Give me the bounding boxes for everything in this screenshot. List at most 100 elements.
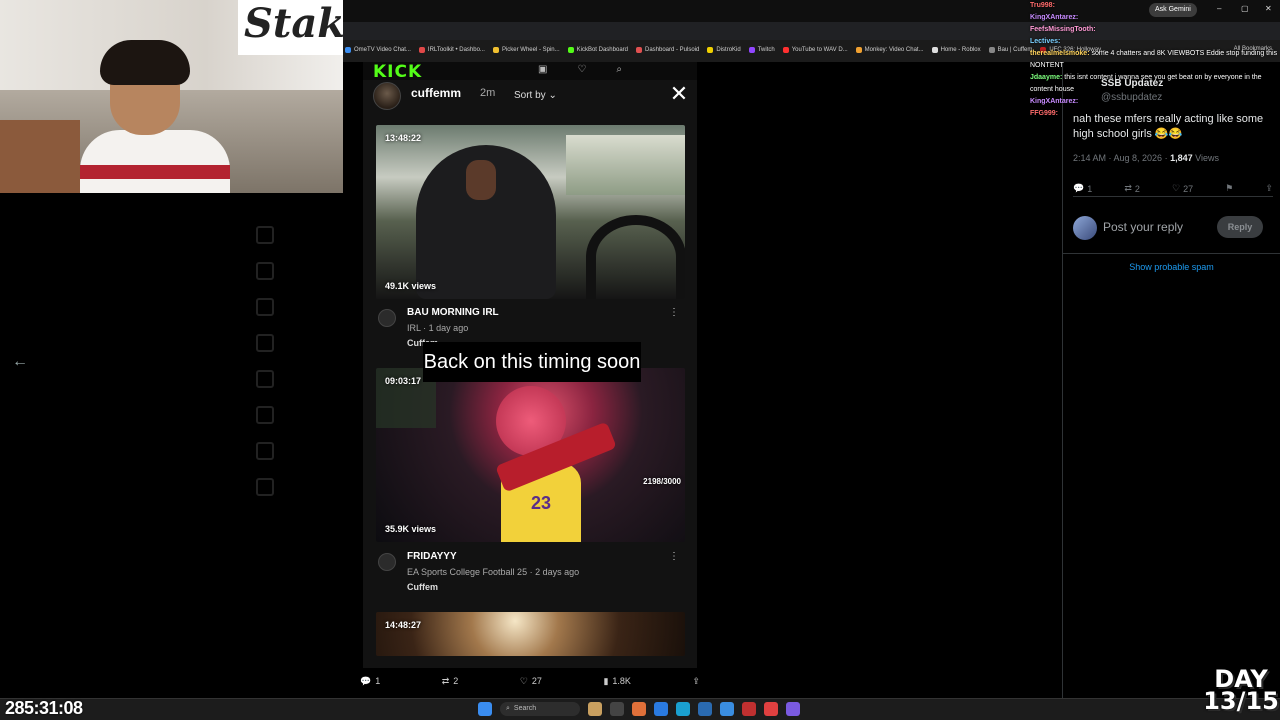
views-action[interactable]: ▮ 1.8K — [603, 676, 630, 687]
kick-logo[interactable]: KICK — [373, 62, 422, 82]
car-window — [566, 135, 685, 195]
app-icon[interactable] — [786, 702, 800, 716]
video-thumbnail[interactable]: 14:48:27 — [376, 612, 685, 656]
like-action[interactable]: ♡ 27 — [520, 676, 542, 687]
search-icon: ⌕ — [506, 705, 510, 712]
sort-dropdown[interactable]: Sort by ⌄ — [514, 90, 557, 101]
chat-username[interactable]: Lectives: — [1030, 38, 1060, 45]
close-icon[interactable]: ✕ — [665, 80, 693, 108]
repost-icon: ⇄ — [1124, 183, 1132, 193]
day-counter: DAY 13/15 — [1202, 667, 1280, 713]
app-icon[interactable] — [698, 702, 712, 716]
bookmark-label: Bau | Cuffem — [997, 46, 1033, 53]
browse-icon[interactable]: ▣ — [538, 64, 547, 75]
reply-icon: 💬 — [360, 675, 372, 686]
streamer-shirt — [80, 130, 230, 193]
chat-username[interactable]: therealmelsmoke: — [1030, 50, 1090, 57]
chevron-down-icon: ⌄ — [548, 90, 557, 101]
reply-action[interactable]: 💬 1 — [360, 676, 380, 687]
more-options-icon[interactable]: ⋮ — [669, 307, 679, 318]
bookmark-item[interactable]: Monkey: Video Chat... — [855, 46, 924, 53]
app-icon[interactable] — [610, 702, 624, 716]
ghost-nav-item — [250, 431, 370, 467]
chat-message: Tru998: — [1030, 0, 1280, 12]
channel-name[interactable]: cuffemm — [411, 86, 461, 100]
search-icon[interactable]: ⌕ — [616, 64, 622, 75]
app-icon[interactable] — [720, 702, 734, 716]
chat-message: NONTENT — [1030, 60, 1280, 72]
bookmark-item[interactable]: Home - Roblox — [931, 46, 981, 53]
bookmark-item[interactable]: KickBot Dashboard — [567, 46, 628, 53]
back-arrow-icon[interactable]: ← — [10, 352, 30, 372]
windows-start-icon[interactable] — [478, 702, 492, 716]
heart-icon: ♡ — [1172, 183, 1181, 193]
chat-username[interactable]: FeefsMissingTooth: — [1030, 26, 1096, 33]
chrome-icon[interactable] — [764, 702, 778, 716]
bookmark-item[interactable]: YouTube to WAV D... — [782, 46, 848, 53]
like-action[interactable]: ♡ 27 — [1172, 183, 1193, 194]
repost-count: 2 — [453, 676, 459, 686]
bookmark-item[interactable]: DistroKid — [707, 46, 741, 53]
video-channel[interactable]: Cuffem — [407, 582, 438, 592]
bookmark-item[interactable]: Twitch — [748, 46, 775, 53]
bookmark-item[interactable]: IRLToolkit • Dashbo... — [418, 46, 485, 53]
driver-face — [466, 160, 496, 200]
app-icon[interactable] — [632, 702, 646, 716]
chat-username[interactable]: KingXAntarez: — [1030, 14, 1078, 21]
ghost-nav-item — [250, 467, 370, 503]
video-title[interactable]: BAU MORNING IRL — [407, 307, 499, 318]
stream-caption: Back on this timing soon — [423, 342, 641, 382]
bookmark-favicon-icon — [492, 46, 499, 53]
avatar[interactable] — [1073, 216, 1097, 240]
post-stats-bar: 💬 1 ⇄ 2 ♡ 27 ▮ 1.8K ⇪ — [350, 668, 710, 694]
bookmark-item[interactable]: Picker Wheel - Spin... — [492, 46, 560, 53]
show-spam-link[interactable]: Show probable spam — [1063, 262, 1280, 272]
avatar[interactable] — [378, 553, 396, 571]
app-icon[interactable] — [654, 702, 668, 716]
chat-text: some 4 chatters and 8K VIEWBOTS Eddie st… — [1091, 50, 1278, 57]
bookmark-label: Home - Roblox — [940, 46, 981, 53]
avatar[interactable] — [378, 309, 396, 327]
reply-input[interactable]: Post your reply — [1103, 220, 1183, 234]
heart-icon[interactable]: ♡ — [577, 64, 586, 75]
chat-text: NONTENT — [1030, 62, 1064, 69]
reply-button[interactable]: Reply — [1217, 216, 1263, 238]
avatar[interactable] — [373, 82, 401, 110]
post-time: 2m — [480, 87, 496, 99]
bookmark-item[interactable]: Dashboard - Pulsoid — [636, 46, 699, 53]
app-icon[interactable] — [742, 702, 756, 716]
chat-overlay: Tru998: KingXAntarez: FeefsMissingTooth:… — [1030, 0, 1280, 120]
reply-action[interactable]: 💬 1 — [1073, 183, 1092, 194]
chat-username[interactable]: FFG999: — [1030, 110, 1058, 117]
video-duration: 14:48:27 — [385, 620, 422, 630]
repost-action[interactable]: ⇄ 2 — [1124, 183, 1140, 194]
bookmark-favicon-icon — [931, 46, 938, 53]
share-icon[interactable]: ⇪ — [692, 676, 700, 687]
ghost-nav-item — [250, 215, 370, 251]
bookmark-favicon-icon — [855, 46, 862, 53]
chat-message: FFG999: — [1030, 108, 1280, 120]
views-count: 1.8K — [612, 676, 631, 686]
taskbar-search[interactable]: ⌕ Search — [500, 702, 580, 716]
app-icon[interactable] — [676, 702, 690, 716]
chat-username[interactable]: Jdaayme: — [1030, 74, 1062, 81]
streamer — [70, 40, 230, 193]
share-icon[interactable]: ⇪ — [1265, 183, 1273, 194]
video-thumbnail[interactable]: 13:48:22 49.1K views — [376, 125, 685, 299]
bookmark-label: Monkey: Video Chat... — [864, 46, 924, 53]
chat-username[interactable]: KingXAntarez: — [1030, 98, 1078, 105]
more-options-icon[interactable]: ⋮ — [669, 551, 679, 562]
video-title[interactable]: FRIDAYYY — [407, 551, 457, 562]
bookmark-icon[interactable]: ⚑ — [1225, 183, 1233, 194]
repost-action[interactable]: ⇄ 2 — [442, 676, 459, 687]
app-icon[interactable] — [588, 702, 602, 716]
chat-message: Lectives: — [1030, 36, 1280, 48]
bookmark-item[interactable]: OmeTV Video Chat... — [345, 46, 411, 53]
webcam-feed: Stak — [0, 0, 343, 193]
bookmark-item[interactable]: Bau | Cuffem — [988, 46, 1033, 53]
tweet-actions: 💬 1 ⇄ 2 ♡ 27 ⚑ ⇪ — [1073, 181, 1273, 197]
chat-username[interactable]: Tru998: — [1030, 2, 1055, 9]
reply-count: 1 — [1087, 183, 1093, 194]
chat-message: therealmelsmoke: some 4 chatters and 8K … — [1030, 48, 1280, 60]
video-thumbnail[interactable]: 23 09:03:17 2198/3000 35.9K views — [376, 368, 685, 542]
